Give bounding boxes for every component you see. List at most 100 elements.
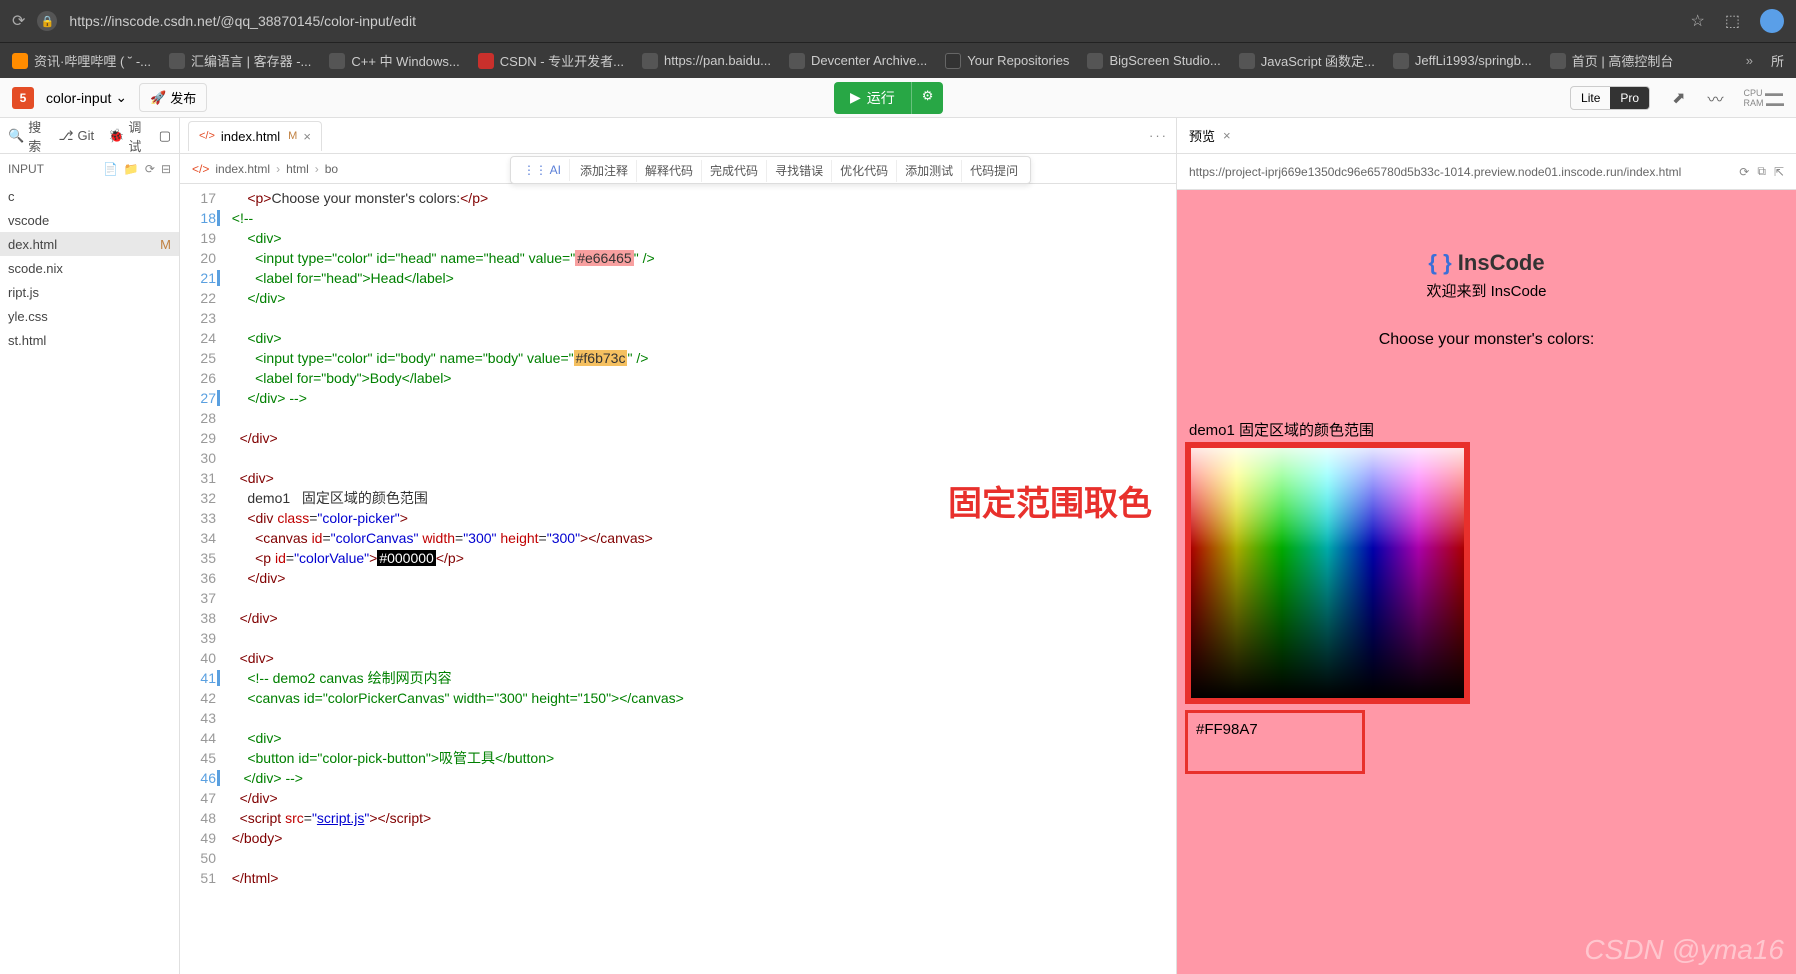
explorer-header: INPUT 📄 📁 ⟳ ⊟	[0, 154, 179, 184]
bookmarks-folder[interactable]: 所	[1771, 51, 1784, 70]
bookmark-item[interactable]: CSDN - 专业开发者...	[478, 51, 624, 70]
file-name: dex.html	[8, 237, 57, 252]
more-icon[interactable]: ···	[1149, 128, 1168, 143]
close-icon[interactable]: ×	[1223, 128, 1231, 143]
ai-action[interactable]: 寻找错误	[767, 160, 832, 182]
bookmark-favicon	[1087, 53, 1103, 69]
bookmark-favicon	[642, 53, 658, 69]
pro-button[interactable]: Pro	[1610, 87, 1649, 109]
panel-toggle-icon[interactable]: ▢	[159, 128, 171, 144]
html-file-icon: </>	[199, 130, 215, 142]
bookmarks-bar: 资讯·哔哩哔哩 ( ˘ -... 汇编语言 | 客存器 -... C++ 中 Win…	[0, 42, 1796, 78]
bookmark-item[interactable]: C++ 中 Windows...	[329, 51, 459, 70]
cursor-icon[interactable]: ⬈	[1672, 88, 1685, 108]
html5-icon: 5	[12, 87, 34, 109]
bookmark-label: CSDN - 专业开发者...	[500, 51, 624, 70]
bookmark-item[interactable]: JeffLi1993/springb...	[1393, 53, 1532, 69]
bookmark-label: BigScreen Studio...	[1109, 53, 1220, 68]
tab-modified-badge: M	[288, 130, 297, 142]
file-name: scode.nix	[8, 261, 63, 276]
ai-action[interactable]: 解释代码	[637, 160, 702, 182]
color-value-text: #FF98A7	[1196, 721, 1258, 738]
ai-action[interactable]: 添加注释	[572, 160, 637, 182]
url-text[interactable]: https://inscode.csdn.net/@qq_38870145/co…	[69, 13, 1670, 29]
collapse-icon[interactable]: ⊟	[161, 162, 171, 176]
bookmark-label: C++ 中 Windows...	[351, 51, 459, 70]
new-file-icon[interactable]: 📄	[103, 162, 118, 176]
rocket-icon: 🚀	[150, 90, 166, 106]
bookmark-item[interactable]: https://pan.baidu...	[642, 53, 771, 69]
git-tool[interactable]: ⎇ Git	[59, 128, 95, 144]
bookmark-label: https://pan.baidu...	[664, 53, 771, 68]
preview-content: { } InsCode 欢迎来到 InsCode Choose your mon…	[1177, 190, 1796, 974]
refresh-icon[interactable]: ⟳	[12, 11, 25, 31]
extensions-icon[interactable]: ⬚	[1725, 11, 1740, 31]
bookmark-item[interactable]: BigScreen Studio...	[1087, 53, 1220, 69]
ai-action[interactable]: 完成代码	[702, 160, 767, 182]
file-name: c	[8, 189, 15, 204]
preview-url-text[interactable]: https://project-iprj669e1350dc96e65780d5…	[1189, 165, 1731, 179]
tab-index-html[interactable]: </> index.html M ×	[188, 121, 322, 151]
bookmark-favicon	[478, 53, 494, 69]
bookmark-item[interactable]: Devcenter Archive...	[789, 53, 927, 69]
file-item[interactable]: vscode	[0, 208, 179, 232]
bookmark-item[interactable]: 汇编语言 | 客存器 -...	[169, 51, 311, 70]
ai-action[interactable]: 添加测试	[897, 160, 962, 182]
bookmark-favicon	[789, 53, 805, 69]
copy-icon[interactable]: ⧉	[1757, 164, 1766, 179]
ide-toolbar: 5 color-input ⌄ 🚀发布 ▶运行 ⚙ Lite Pro ⬈ 〰 C…	[0, 78, 1796, 118]
run-button[interactable]: ▶运行	[834, 82, 911, 114]
bookmark-item[interactable]: JavaScript 函数定...	[1239, 51, 1375, 70]
new-folder-icon[interactable]: 📁	[124, 162, 139, 176]
bookmarks-overflow-icon[interactable]: »	[1746, 53, 1753, 68]
preview-title: 预览	[1189, 126, 1215, 145]
code-editor[interactable]: 1718192021222324252627282930313233343536…	[180, 184, 1176, 974]
bookmark-label: 汇编语言 | 客存器 -...	[191, 51, 311, 70]
bookmark-label: JavaScript 函数定...	[1261, 51, 1375, 70]
tab-label: index.html	[221, 129, 280, 144]
color-picker-box	[1185, 442, 1470, 704]
bookmark-item[interactable]: 资讯·哔哩哔哩 ( ˘ -...	[12, 51, 151, 70]
lock-icon[interactable]: 🔒	[37, 11, 57, 31]
breadcrumb-item[interactable]: html	[286, 162, 309, 176]
sidebar-tools: 🔍搜索 ⎇ Git 🐞调试 ▢	[0, 118, 179, 154]
lite-button[interactable]: Lite	[1571, 87, 1610, 109]
close-icon[interactable]: ×	[303, 129, 311, 144]
ai-action[interactable]: 优化代码	[832, 160, 897, 182]
search-tool[interactable]: 🔍搜索	[8, 118, 45, 155]
breadcrumb-item[interactable]: index.html	[215, 162, 270, 176]
debug-tool[interactable]: 🐞调试	[108, 118, 145, 155]
html-file-icon: </>	[192, 162, 209, 176]
open-external-icon[interactable]: ⇱	[1774, 165, 1784, 179]
profile-avatar[interactable]	[1760, 9, 1784, 33]
refresh-files-icon[interactable]: ⟳	[145, 162, 155, 176]
reload-icon[interactable]: ⟳	[1739, 165, 1749, 179]
bookmark-item[interactable]: 首页 | 高德控制台	[1550, 51, 1674, 70]
file-item[interactable]: ript.js	[0, 280, 179, 304]
star-icon[interactable]: ☆	[1691, 11, 1705, 31]
file-item[interactable]: yle.css	[0, 304, 179, 328]
ai-badge[interactable]: ⋮⋮ AI	[515, 159, 570, 181]
file-item[interactable]: scode.nix	[0, 256, 179, 280]
breadcrumb-item[interactable]: bo	[325, 162, 338, 176]
run-settings-button[interactable]: ⚙	[911, 82, 944, 114]
color-value-box: #FF98A7	[1185, 710, 1365, 774]
project-name-dropdown[interactable]: color-input ⌄	[46, 89, 127, 106]
color-canvas[interactable]	[1191, 448, 1464, 698]
modified-badge: M	[160, 237, 171, 252]
preview-panel: 预览 × https://project-iprj669e1350dc96e65…	[1176, 118, 1796, 974]
breadcrumb: </> index.html › html › bo ⋮⋮ AI 添加注释解释代…	[180, 154, 1176, 184]
wave-icon[interactable]: 〰	[1707, 86, 1723, 110]
publish-button[interactable]: 🚀发布	[139, 83, 207, 112]
preview-tab: 预览 ×	[1177, 118, 1796, 154]
file-item[interactable]: st.html	[0, 328, 179, 352]
sidebar: 🔍搜索 ⎇ Git 🐞调试 ▢ INPUT 📄 📁 ⟳ ⊟ cvscodedex…	[0, 118, 180, 974]
preview-url-bar: https://project-iprj669e1350dc96e65780d5…	[1177, 154, 1796, 190]
ai-action[interactable]: 代码提问	[962, 160, 1026, 182]
ai-toolbar: ⋮⋮ AI 添加注释解释代码完成代码寻找错误优化代码添加测试代码提问	[510, 156, 1031, 184]
resource-meter: CPU ▬▬RAM ▬▬	[1744, 88, 1785, 108]
file-item[interactable]: dex.html M	[0, 232, 179, 256]
bookmark-item[interactable]: Your Repositories	[945, 53, 1069, 69]
file-item[interactable]: c	[0, 184, 179, 208]
plan-toggle: Lite Pro	[1570, 86, 1650, 110]
